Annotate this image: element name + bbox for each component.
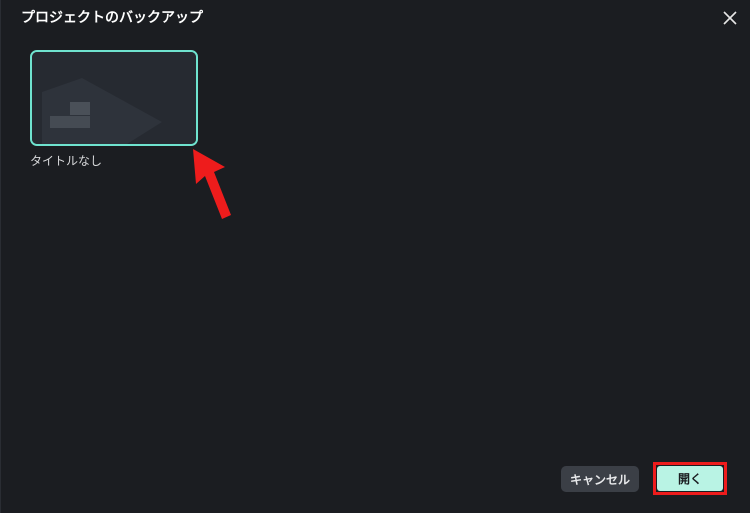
close-icon <box>723 11 737 25</box>
backup-dialog: プロジェクトのバックアップ タイトルなし キャンセル 開く <box>0 0 750 513</box>
dialog-title: プロジェクトのバックアップ <box>21 10 203 26</box>
project-placeholder-icon <box>32 52 196 144</box>
annotation-arrow-icon <box>193 149 231 219</box>
project-thumbnail[interactable] <box>30 50 198 146</box>
open-button[interactable]: 開く <box>657 466 723 491</box>
cancel-button[interactable]: キャンセル <box>561 466 639 492</box>
close-button[interactable] <box>720 8 740 28</box>
project-name: タイトルなし <box>30 154 103 168</box>
